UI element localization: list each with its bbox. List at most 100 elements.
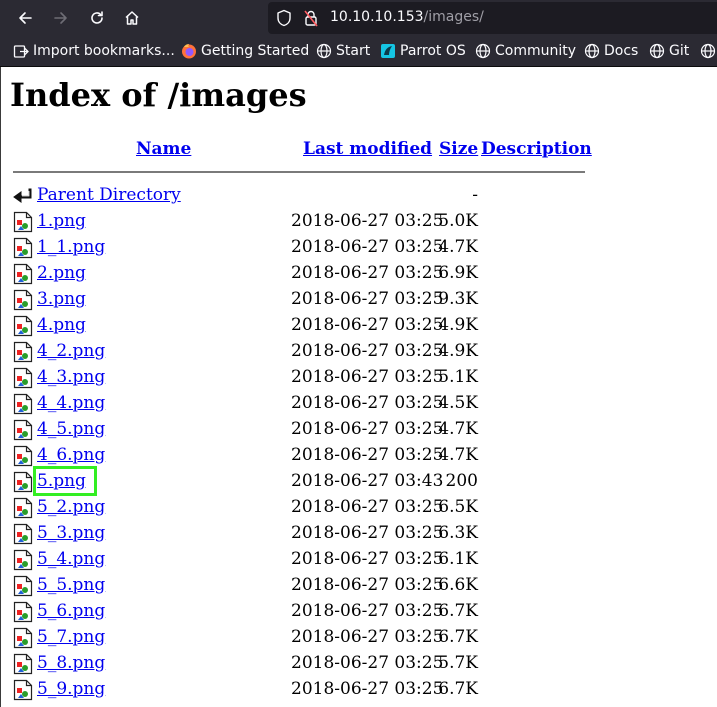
parrot-icon (381, 44, 395, 58)
file-link[interactable]: 5_7.png (37, 627, 105, 647)
table-row: 5_9.png 2018-06-27 03:25 6.7K (13, 678, 593, 702)
bookmark-getting-started[interactable]: Getting Started (181, 42, 309, 60)
image-file-icon (13, 445, 33, 467)
parent-directory-row: Parent Directory - (13, 184, 593, 208)
bookmark-overflow[interactable] (700, 42, 717, 60)
image-file-icon (13, 367, 33, 389)
home-button[interactable] (118, 4, 146, 32)
bookmarks-toolbar: Import bookmarks... Getting Started Star… (0, 36, 717, 67)
table-row: 1.png 2018-06-27 03:25 5.0K (13, 210, 593, 234)
table-row: 4.png 2018-06-27 03:25 4.9K (13, 314, 593, 338)
image-file-icon (13, 601, 33, 623)
shield-icon[interactable] (276, 9, 292, 27)
file-link[interactable]: 5_3.png (37, 523, 105, 543)
table-row: 5_4.png 2018-06-27 03:25 6.1K (13, 548, 593, 572)
file-modified: 2018-06-27 03:25 (291, 419, 444, 439)
file-size: 4.7K (438, 237, 478, 257)
file-size: 9.3K (438, 289, 478, 309)
globe-icon (584, 43, 600, 59)
globe-icon (316, 43, 332, 59)
file-size: 6.9K (438, 263, 478, 283)
back-button[interactable] (11, 4, 39, 32)
file-link[interactable]: 5_5.png (37, 575, 105, 595)
file-size: 4.5K (438, 393, 478, 413)
file-size: 6.1K (438, 549, 478, 569)
file-modified: 2018-06-27 03:25 (291, 341, 444, 361)
insecure-lock-icon[interactable] (303, 9, 319, 27)
file-size: 6.7K (438, 679, 478, 699)
file-link[interactable]: 5_8.png (37, 653, 105, 673)
sort-by-size-link[interactable]: Size (439, 139, 478, 159)
bookmark-parrot-os[interactable]: Parrot OS (380, 42, 466, 60)
file-modified: 2018-06-27 03:25 (291, 653, 444, 673)
table-row: 4_2.png 2018-06-27 03:25 4.9K (13, 340, 593, 364)
file-link[interactable]: 5_9.png (37, 679, 105, 699)
image-file-icon (13, 679, 33, 701)
bookmark-label: Start (336, 43, 371, 59)
sort-by-name-link[interactable]: Name (136, 139, 191, 159)
file-size: 4.7K (438, 419, 478, 439)
file-size: 4.7K (438, 445, 478, 465)
globe-icon (700, 43, 716, 59)
file-link[interactable]: 4_3.png (37, 367, 105, 387)
globe-icon (475, 43, 491, 59)
file-link[interactable]: 4_6.png (37, 445, 105, 465)
bookmark-community[interactable]: Community (475, 42, 576, 60)
image-file-icon (13, 393, 33, 415)
bookmark-import[interactable]: Import bookmarks... (13, 42, 175, 60)
file-link[interactable]: 5_6.png (37, 601, 105, 621)
file-modified: 2018-06-27 03:25 (291, 445, 444, 465)
file-link[interactable]: 4_4.png (37, 393, 105, 413)
file-link[interactable]: 4.png (37, 315, 86, 335)
file-modified: 2018-06-27 03:25 (291, 393, 444, 413)
file-size: 6.6K (438, 575, 478, 595)
browser-toolbar: 10.10.10.153/images/ (0, 0, 717, 36)
table-row: 3.png 2018-06-27 03:25 9.3K (13, 288, 593, 312)
file-modified: 2018-06-27 03:25 (291, 549, 444, 569)
table-row: 5_5.png 2018-06-27 03:25 6.6K (13, 574, 593, 598)
file-size: 4.9K (438, 341, 478, 361)
page-title: Index of /images (10, 76, 307, 114)
image-file-icon (13, 497, 33, 519)
file-modified: 2018-06-27 03:25 (291, 237, 444, 257)
image-file-icon (13, 315, 33, 337)
arrow-right-icon (54, 12, 67, 24)
file-link[interactable]: 4_2.png (37, 341, 105, 361)
bookmark-start[interactable]: Start (316, 42, 370, 60)
file-link[interactable]: 3.png (37, 289, 86, 309)
back-arrow-icon (13, 188, 32, 203)
image-file-icon (13, 341, 33, 363)
highlight-box (33, 466, 97, 496)
reload-button[interactable] (83, 4, 111, 32)
url-text[interactable]: 10.10.10.153/images/ (330, 9, 484, 25)
image-file-icon (13, 627, 33, 649)
image-file-icon (13, 575, 33, 597)
file-link[interactable]: 5_2.png (37, 497, 105, 517)
url-bar[interactable]: 10.10.10.153/images/ (268, 2, 717, 34)
file-modified: 2018-06-27 03:25 (291, 289, 444, 309)
file-link[interactable]: 5_4.png (37, 549, 105, 569)
file-size: 200 (445, 471, 478, 491)
bookmark-label: Parrot OS (400, 43, 466, 59)
globe-icon (649, 43, 665, 59)
bookmark-label: Docs (604, 43, 639, 59)
file-modified: 2018-06-27 03:25 (291, 601, 444, 621)
table-row: 4_5.png 2018-06-27 03:25 4.7K (13, 418, 593, 442)
reload-icon (91, 11, 103, 24)
file-link[interactable]: 4_5.png (37, 419, 105, 439)
bookmark-label: Community (495, 43, 577, 59)
file-size: 6.7K (438, 627, 478, 647)
file-link[interactable]: 1_1.png (37, 237, 105, 257)
image-file-icon (13, 653, 33, 675)
bookmark-docs[interactable]: Docs (584, 42, 638, 60)
bookmark-git[interactable]: Git (649, 42, 689, 60)
file-link[interactable]: 2.png (37, 263, 86, 283)
sort-by-modified-link[interactable]: Last modified (303, 139, 432, 159)
parent-directory-link[interactable]: Parent Directory (37, 185, 181, 205)
table-row: 5_3.png 2018-06-27 03:25 6.3K (13, 522, 593, 546)
sort-by-description-link[interactable]: Description (481, 139, 592, 159)
parent-size: - (472, 185, 478, 205)
table-row: 4_6.png 2018-06-27 03:25 4.7K (13, 444, 593, 468)
forward-button[interactable] (47, 4, 75, 32)
file-link[interactable]: 1.png (37, 211, 86, 231)
